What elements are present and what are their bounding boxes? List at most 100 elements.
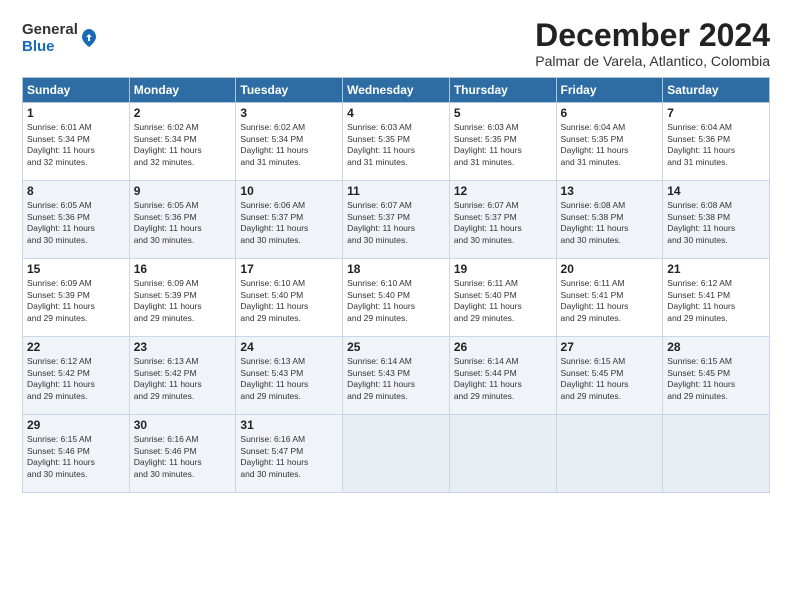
table-row: 15Sunrise: 6:09 AMSunset: 5:39 PMDayligh…	[23, 259, 130, 337]
calendar-page: General Blue December 2024 Palmar de Var…	[0, 0, 792, 612]
cell-text: Sunrise: 6:15 AMSunset: 5:45 PMDaylight:…	[561, 356, 629, 400]
table-row: 27 Sunrise: 6:15 AMSunset: 5:45 PMDayligh…	[556, 337, 663, 415]
table-row: 10 Sunrise: 6:06 AMSunset: 5:37 PMDayligh…	[236, 181, 343, 259]
table-row: 28 Sunrise: 6:15 AMSunset: 5:45 PMDayligh…	[663, 337, 770, 415]
day-number: 4	[347, 106, 445, 120]
day-number: 10	[240, 184, 338, 198]
cell-text: Sunrise: 6:01 AMSunset: 5:34 PMDaylight:…	[27, 122, 95, 166]
cell-text: Sunrise: 6:10 AMSunset: 5:40 PMDaylight:…	[347, 278, 415, 322]
cell-text: Sunrise: 6:16 AMSunset: 5:46 PMDaylight:…	[134, 434, 202, 478]
day-number: 11	[347, 184, 445, 198]
day-number: 12	[454, 184, 552, 198]
table-row	[556, 415, 663, 493]
cell-text: Sunrise: 6:05 AMSunset: 5:36 PMDaylight:…	[134, 200, 202, 244]
cell-text: Sunrise: 6:08 AMSunset: 5:38 PMDaylight:…	[561, 200, 629, 244]
table-row: 25 Sunrise: 6:14 AMSunset: 5:43 PMDayligh…	[343, 337, 450, 415]
table-row: 22 Sunrise: 6:12 AMSunset: 5:42 PMDayligh…	[23, 337, 130, 415]
table-row: 1 Sunrise: 6:01 AMSunset: 5:34 PMDaylight…	[23, 103, 130, 181]
table-row: 16 Sunrise: 6:09 AMSunset: 5:39 PMDayligh…	[129, 259, 236, 337]
day-number: 19	[454, 262, 552, 276]
cell-text: Sunrise: 6:06 AMSunset: 5:37 PMDaylight:…	[240, 200, 308, 244]
table-row	[343, 415, 450, 493]
table-row: 29 Sunrise: 6:15 AMSunset: 5:46 PMDayligh…	[23, 415, 130, 493]
cell-text: Sunrise: 6:15 AMSunset: 5:45 PMDaylight:…	[667, 356, 735, 400]
table-row: 6 Sunrise: 6:04 AMSunset: 5:35 PMDaylight…	[556, 103, 663, 181]
table-row: 7 Sunrise: 6:04 AMSunset: 5:36 PMDaylight…	[663, 103, 770, 181]
table-row: 4 Sunrise: 6:03 AMSunset: 5:35 PMDaylight…	[343, 103, 450, 181]
table-row	[449, 415, 556, 493]
cell-text: Sunrise: 6:02 AMSunset: 5:34 PMDaylight:…	[134, 122, 202, 166]
header-sunday: Sunday	[23, 78, 130, 103]
day-number: 30	[134, 418, 232, 432]
cell-text: Sunrise: 6:15 AMSunset: 5:46 PMDaylight:…	[27, 434, 95, 478]
day-number: 20	[561, 262, 659, 276]
table-row: 24Sunrise: 6:13 AMSunset: 5:43 PMDayligh…	[236, 337, 343, 415]
table-row: 18Sunrise: 6:10 AMSunset: 5:40 PMDayligh…	[343, 259, 450, 337]
header-friday: Friday	[556, 78, 663, 103]
location-text: Palmar de Varela, Atlantico, Colombia	[535, 53, 770, 69]
day-number: 14	[667, 184, 765, 198]
calendar-table: Sunday Monday Tuesday Wednesday Thursday…	[22, 77, 770, 493]
day-number: 29	[27, 418, 125, 432]
cell-text: Sunrise: 6:02 AMSunset: 5:34 PMDaylight:…	[240, 122, 308, 166]
day-number: 15	[27, 262, 125, 276]
cell-text: Sunrise: 6:12 AMSunset: 5:41 PMDaylight:…	[667, 278, 735, 322]
table-row: 21Sunrise: 6:12 AMSunset: 5:41 PMDayligh…	[663, 259, 770, 337]
header-tuesday: Tuesday	[236, 78, 343, 103]
day-number: 23	[134, 340, 232, 354]
day-number: 13	[561, 184, 659, 198]
logo-icon	[80, 27, 98, 49]
header-saturday: Saturday	[663, 78, 770, 103]
table-row: 8Sunrise: 6:05 AMSunset: 5:36 PMDaylight…	[23, 181, 130, 259]
table-row: 12 Sunrise: 6:07 AMSunset: 5:37 PMDayligh…	[449, 181, 556, 259]
table-row: 9 Sunrise: 6:05 AMSunset: 5:36 PMDaylight…	[129, 181, 236, 259]
cell-text: Sunrise: 6:04 AMSunset: 5:35 PMDaylight:…	[561, 122, 629, 166]
day-number: 17	[240, 262, 338, 276]
cell-text: Sunrise: 6:09 AMSunset: 5:39 PMDaylight:…	[134, 278, 202, 322]
day-number: 9	[134, 184, 232, 198]
cell-text: Sunrise: 6:14 AMSunset: 5:43 PMDaylight:…	[347, 356, 415, 400]
month-title: December 2024	[535, 18, 770, 53]
day-number: 16	[134, 262, 232, 276]
day-number: 28	[667, 340, 765, 354]
table-row: 26 Sunrise: 6:14 AMSunset: 5:44 PMDayligh…	[449, 337, 556, 415]
table-row: 23Sunrise: 6:13 AMSunset: 5:42 PMDayligh…	[129, 337, 236, 415]
day-number: 2	[134, 106, 232, 120]
header-wednesday: Wednesday	[343, 78, 450, 103]
table-row: 11 Sunrise: 6:07 AMSunset: 5:37 PMDayligh…	[343, 181, 450, 259]
table-row: 13 Sunrise: 6:08 AMSunset: 5:38 PMDayligh…	[556, 181, 663, 259]
day-number: 26	[454, 340, 552, 354]
cell-text: Sunrise: 6:07 AMSunset: 5:37 PMDaylight:…	[454, 200, 522, 244]
header-monday: Monday	[129, 78, 236, 103]
day-number: 31	[240, 418, 338, 432]
calendar-header-row: Sunday Monday Tuesday Wednesday Thursday…	[23, 78, 770, 103]
cell-text: Sunrise: 6:08 AMSunset: 5:38 PMDaylight:…	[667, 200, 735, 244]
table-row: 2 Sunrise: 6:02 AMSunset: 5:34 PMDaylight…	[129, 103, 236, 181]
logo: General Blue	[22, 22, 98, 55]
page-header: General Blue December 2024 Palmar de Var…	[22, 18, 770, 69]
day-number: 5	[454, 106, 552, 120]
cell-text: Sunrise: 6:03 AMSunset: 5:35 PMDaylight:…	[347, 122, 415, 166]
cell-text: Sunrise: 6:12 AMSunset: 5:42 PMDaylight:…	[27, 356, 95, 400]
table-row: 3 Sunrise: 6:02 AMSunset: 5:34 PMDaylight…	[236, 103, 343, 181]
day-number: 8	[27, 184, 125, 198]
day-number: 24	[240, 340, 338, 354]
table-row: 5 Sunrise: 6:03 AMSunset: 5:35 PMDaylight…	[449, 103, 556, 181]
logo-general-text: General	[22, 22, 78, 39]
day-number: 25	[347, 340, 445, 354]
cell-text: Sunrise: 6:03 AMSunset: 5:35 PMDaylight:…	[454, 122, 522, 166]
day-number: 1	[27, 106, 125, 120]
header-thursday: Thursday	[449, 78, 556, 103]
cell-text: Sunrise: 6:07 AMSunset: 5:37 PMDaylight:…	[347, 200, 415, 244]
day-number: 27	[561, 340, 659, 354]
day-number: 7	[667, 106, 765, 120]
day-number: 3	[240, 106, 338, 120]
table-row: 14 Sunrise: 6:08 AMSunset: 5:38 PMDayligh…	[663, 181, 770, 259]
cell-text: Sunrise: 6:14 AMSunset: 5:44 PMDaylight:…	[454, 356, 522, 400]
cell-text: Sunrise: 6:04 AMSunset: 5:36 PMDaylight:…	[667, 122, 735, 166]
cell-text: Sunrise: 6:11 AMSunset: 5:41 PMDaylight:…	[561, 278, 629, 322]
day-number: 6	[561, 106, 659, 120]
day-number: 22	[27, 340, 125, 354]
cell-text: Sunrise: 6:10 AMSunset: 5:40 PMDaylight:…	[240, 278, 308, 322]
title-block: December 2024 Palmar de Varela, Atlantic…	[535, 18, 770, 69]
